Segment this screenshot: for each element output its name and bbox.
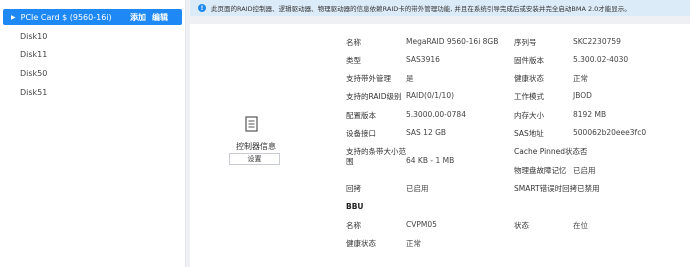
controller-info-label: 控制器信息 [236, 142, 276, 151]
type-key: 类型 [346, 56, 361, 65]
raid-level-key: 支持的RAID级别 [346, 92, 402, 101]
bbu-health-value: 正常 [406, 239, 421, 248]
edit-link[interactable]: 编辑 [152, 12, 168, 23]
name-key: 名称 [346, 38, 361, 47]
sidebar-item-label: PCIe Card $ (9560-16i) [20, 12, 112, 22]
memory-key: 内存大小 [514, 111, 544, 120]
firmware-value: 5.300.02-4030 [573, 55, 629, 64]
health-key: 健康状态 [514, 74, 544, 83]
firmware-key: 固件版本 [514, 56, 544, 65]
raid-level-value: RAID(0/1/10) [406, 91, 455, 100]
copyback-value: 已启用 [406, 184, 429, 193]
bbu-name-key: 名称 [346, 221, 361, 230]
health-value: 正常 [573, 74, 588, 83]
sidebar-item-pcie-card[interactable]: ▶ PCIe Card $ (9560-16i) 添加 编辑 [3, 9, 182, 25]
strip-size-key: 支持的条带大小范 [346, 147, 406, 156]
sidebar-item-disk[interactable]: Disk10 [20, 32, 47, 41]
interface-key: 设备接口 [346, 129, 376, 138]
bbu-state-key: 状态 [514, 221, 529, 230]
serial-value: SKC2230759 [573, 37, 621, 46]
bbu-health-key: 健康状态 [346, 239, 376, 248]
sas-address-key: SAS地址 [514, 129, 544, 138]
bbu-state-value: 在位 [573, 221, 588, 230]
config-version-key: 配置版本 [346, 111, 376, 120]
strip-size-value: 64 KB - 1 MB [406, 156, 455, 165]
sas-address-value: 500062b20eee3fc0 [573, 128, 647, 137]
mode-key: 工作模式 [514, 92, 544, 101]
bbu-section-title: BBU [346, 202, 364, 211]
cache-pinned-key: Cache Pinned状态否 [514, 147, 588, 156]
serial-key: 序列号 [514, 38, 537, 47]
sidebar-item-disk[interactable]: Disk50 [20, 69, 47, 78]
memory-value: 8192 MB [573, 110, 607, 119]
smart-copyback-key: SMART错误时回拷已禁用 [514, 184, 600, 193]
oob-value: 是 [406, 74, 414, 83]
interface-value: SAS 12 GB [406, 128, 447, 137]
strip-size-key-cont: 围 [346, 157, 354, 166]
sidebar: ▶ PCIe Card $ (9560-16i) 添加 编辑 Disk10 Di… [0, 0, 186, 267]
add-link[interactable]: 添加 [130, 12, 146, 23]
info-banner: ! 此页面的RAID控制器、逻辑驱动器、物理驱动器的信息依赖RAID卡的带外管理… [190, 0, 690, 16]
expand-caret-icon[interactable]: ▶ [11, 14, 16, 21]
oob-key: 支持带外管理 [346, 74, 391, 83]
mode-value: JBOD [573, 91, 592, 100]
copyback-key: 回拷 [346, 184, 361, 193]
name-value: MegaRAID 9560-16i 8GB [406, 37, 499, 46]
type-value: SAS3916 [406, 55, 440, 64]
settings-button[interactable]: 设置 [229, 153, 280, 165]
sidebar-item-disk[interactable]: Disk11 [20, 50, 47, 59]
info-icon: ! [198, 4, 206, 12]
config-version-value: 5.3000.00-0784 [406, 110, 466, 119]
pd-fault-memory-value: 已启用 [573, 166, 596, 175]
controller-icon [245, 116, 258, 132]
pd-fault-memory-key: 物理盘故障记忆 [514, 166, 567, 175]
sidebar-item-disk[interactable]: Disk51 [20, 88, 47, 97]
banner-text: 此页面的RAID控制器、逻辑驱动器、物理驱动器的信息依赖RAID卡的带外管理功能… [211, 5, 631, 13]
bbu-name-value: CVPM05 [406, 220, 437, 229]
